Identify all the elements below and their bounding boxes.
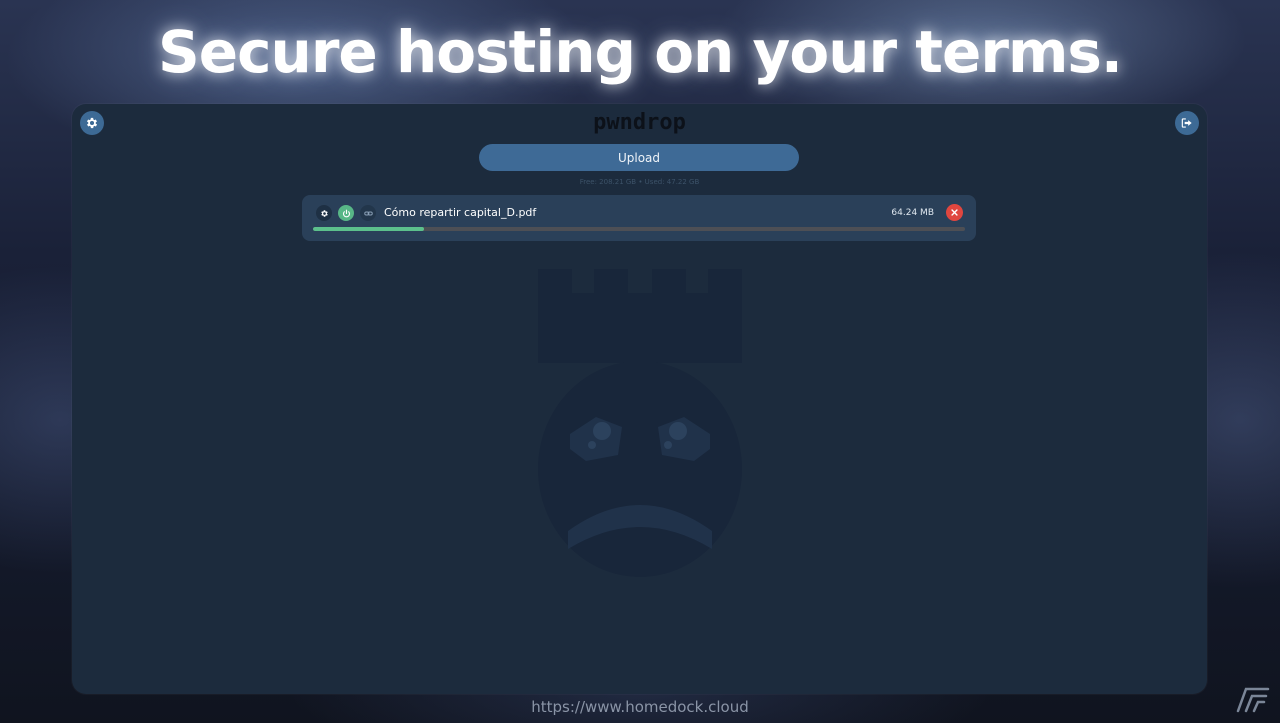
gear-icon [320,209,328,217]
upload-progress-fill [313,227,424,231]
file-name[interactable]: Cómo repartir capital_D.pdf [384,205,536,221]
file-settings-button[interactable] [316,205,332,221]
logout-button[interactable] [1175,111,1199,135]
file-size: 64.24 MB [891,208,934,218]
delete-file-button[interactable] [946,204,963,221]
file-link-button[interactable] [360,205,376,221]
footer-url[interactable]: https://www.homedock.cloud [0,698,1280,716]
upload-progress-bar [313,227,965,231]
file-power-button[interactable] [338,205,354,221]
app-panel: pwndrop Upload Free: 208.21 GB • Used: 4… [72,104,1207,694]
app-logo: pwndrop [593,110,686,135]
upload-button[interactable]: Upload [479,144,799,171]
power-icon [342,209,350,217]
mascot-castle-bomb-icon [538,269,742,577]
link-icon [363,211,373,215]
logout-icon [1181,118,1192,128]
brand-logo-icon [1236,687,1270,713]
file-card: Cómo repartir capital_D.pdf 64.24 MB [302,195,976,241]
close-icon [951,209,958,216]
storage-info: Free: 208.21 GB • Used: 47.22 GB [579,178,700,186]
headline: Secure hosting on your terms. [158,18,1123,86]
